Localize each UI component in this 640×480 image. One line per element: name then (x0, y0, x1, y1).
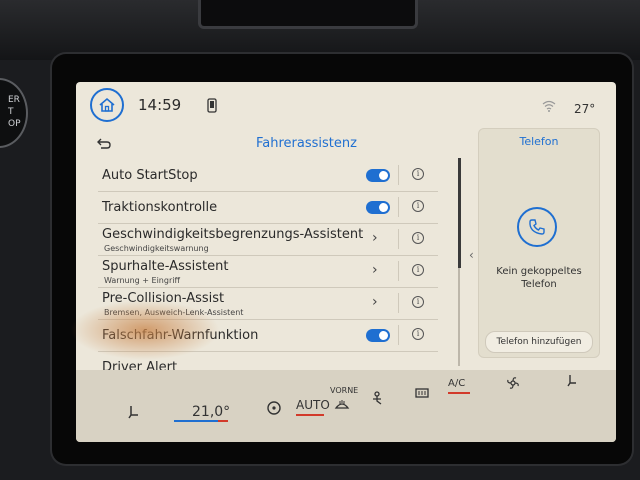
auto-climate-button[interactable]: AUTO (296, 398, 330, 412)
toggle-switch[interactable] (366, 201, 390, 214)
home-button[interactable] (90, 88, 124, 122)
fan-icon[interactable] (506, 376, 520, 390)
seat-heat-icon[interactable] (126, 404, 142, 420)
seat-heat-right-icon[interactable] (566, 374, 580, 388)
ac-indicator (448, 392, 470, 394)
temperature-indicator (174, 420, 218, 422)
scrollbar-thumb[interactable] (458, 158, 461, 268)
add-phone-button[interactable]: Telefon hinzufügen (485, 331, 593, 353)
setting-label: Auto StartStop (102, 168, 198, 183)
info-icon[interactable]: i (412, 232, 424, 244)
clock: 14:59 (138, 96, 182, 114)
auto-indicator (296, 414, 324, 416)
divider (398, 293, 399, 313)
phone-button[interactable] (517, 207, 557, 247)
chevron-right-icon: › (372, 230, 378, 246)
rear-defrost-icon[interactable] (414, 386, 430, 400)
phone-status-icon (207, 98, 217, 113)
back-icon[interactable] (96, 138, 112, 150)
divider (398, 325, 399, 345)
phone-icon (529, 219, 545, 235)
front-defrost-icon[interactable] (334, 398, 350, 412)
home-icon (99, 97, 115, 112)
info-icon[interactable]: i (412, 296, 424, 308)
no-phone-message: Kein gekoppeltes Telefon (496, 266, 582, 290)
outside-temperature: 27° (574, 102, 596, 116)
setting-label: Spurhalte-Assistent (102, 259, 229, 274)
front-label: VORNE (330, 386, 359, 395)
phone-card: Telefon Kein gekoppeltes Telefon Telefon… (478, 128, 600, 358)
divider (398, 261, 399, 281)
temperature-indicator-warm (218, 420, 228, 422)
panel-title: Fahrerassistenz (256, 136, 357, 151)
divider (398, 165, 399, 185)
toggle-switch[interactable] (366, 169, 390, 182)
signal-icon (542, 100, 556, 112)
chevron-left-icon[interactable]: ‹ (469, 248, 474, 262)
steering-wheel-heat-icon[interactable] (266, 400, 282, 416)
setting-sublabel: Warnung + Eingriff (104, 276, 180, 285)
info-icon[interactable]: i (412, 328, 424, 340)
divider (398, 197, 399, 217)
temperature-left[interactable]: 21,0° (192, 404, 230, 420)
setting-label: Traktionskontrolle (102, 200, 218, 215)
chevron-right-icon: › (372, 262, 378, 278)
info-icon[interactable]: i (412, 200, 424, 212)
infotainment-screen: 14:59 27° Fahrerassistenz Auto StartStop… (76, 82, 616, 442)
setting-sublabel: Geschwindigkeitswarnung (104, 244, 209, 253)
info-icon[interactable]: i (412, 168, 424, 180)
sun-reflection (70, 300, 220, 360)
phone-card-title: Telefon (519, 135, 559, 148)
air-vent (198, 0, 418, 29)
setting-spurhalte-assistent[interactable]: Spurhalte-Assistent Warnung + Eingriff ›… (98, 256, 438, 288)
air-distribution-icon[interactable] (368, 390, 386, 408)
setting-label: Geschwindigkeitsbegrenzungs-Assistent (102, 227, 364, 242)
setting-auto-startstop[interactable]: Auto StartStop i (98, 160, 438, 192)
toggle-switch[interactable] (366, 329, 390, 342)
info-icon[interactable]: i (412, 264, 424, 276)
divider (398, 229, 399, 249)
engine-start-stop-button[interactable]: ER T OP (0, 78, 28, 148)
setting-traktionskontrolle[interactable]: Traktionskontrolle i (98, 192, 438, 224)
climate-bar: 21,0° AUTO VORNE A/C (76, 370, 616, 442)
ac-button[interactable]: A/C (448, 378, 465, 389)
setting-geschwindigkeitsbegrenzung[interactable]: Geschwindigkeitsbegrenzungs-Assistent Ge… (98, 224, 438, 256)
chevron-right-icon: › (372, 294, 378, 310)
